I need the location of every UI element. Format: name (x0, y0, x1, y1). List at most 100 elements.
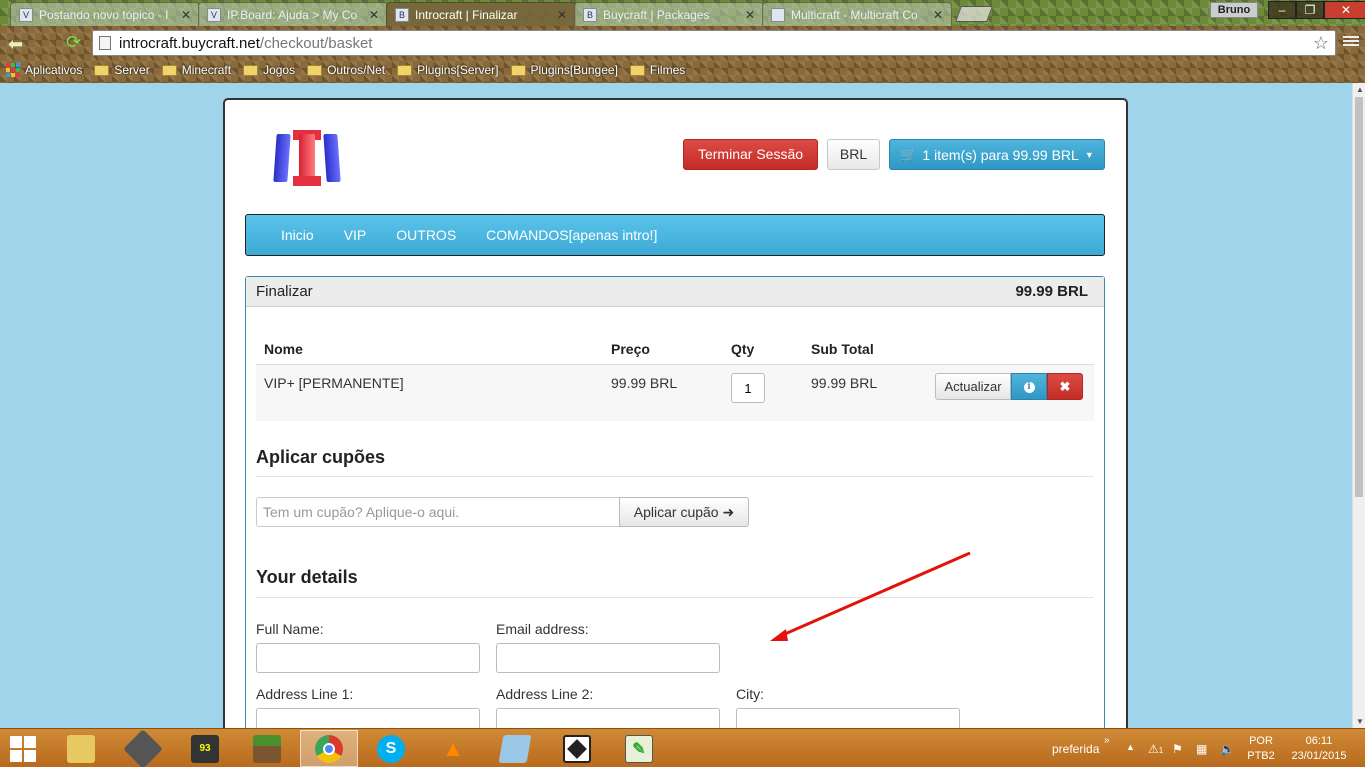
flag-icon[interactable]: ⚑ (1172, 742, 1183, 756)
col-name: Nome (264, 340, 303, 357)
nav-comandos[interactable]: COMANDOS[apenas intro!] (486, 227, 657, 243)
network-icon[interactable]: ▦ (1196, 742, 1207, 756)
close-icon[interactable]: ✕ (181, 8, 191, 22)
tab-title: Buycraft | Packages (603, 7, 710, 22)
nav-inicio[interactable]: Inicio (281, 227, 314, 243)
bookmarks-bar: Aplicativos Server Minecraft Jogos Outro… (6, 60, 685, 80)
tray-overflow-icon[interactable]: ▲ (1126, 742, 1135, 752)
vlc-cone-icon: ▲ (442, 735, 464, 761)
address2-field[interactable] (496, 708, 720, 728)
chevron-right-icon[interactable]: » (1104, 735, 1110, 746)
full-name-field[interactable] (256, 643, 480, 673)
close-window-button[interactable]: ✕ (1324, 1, 1365, 19)
folder-icon (161, 64, 177, 76)
new-tab-button[interactable] (955, 6, 993, 22)
folder-icon (67, 734, 95, 763)
notification-icon[interactable]: ⚠1 (1148, 742, 1163, 756)
bookmark-folder-server[interactable]: Server (94, 63, 150, 77)
browser-menu-icon[interactable] (1343, 34, 1359, 50)
update-button[interactable]: Actualizar (935, 373, 1011, 400)
page-scrollbar[interactable]: ▲ ▼ (1352, 83, 1365, 728)
clock-time: 06:11 (1305, 735, 1333, 747)
page-viewport: Terminar Sessão BRL 🛒 1 item(s) para 99.… (0, 83, 1352, 728)
bookmark-folder-jogos[interactable]: Jogos (243, 63, 295, 77)
scroll-up-icon[interactable]: ▲ (1356, 85, 1364, 94)
folder-icon (307, 64, 323, 76)
arrow-right-icon: ➜ (722, 504, 735, 520)
table-header: Nome Preço Qty Sub Total (256, 333, 1094, 365)
volume-icon[interactable]: 🔈 (1220, 742, 1235, 756)
close-icon[interactable]: ✕ (369, 8, 379, 22)
panel-heading: Finalizar 99.99 BRL (246, 277, 1104, 307)
maximize-button[interactable]: ❐ (1296, 1, 1324, 19)
language-indicator[interactable]: POR PTB2 (1244, 734, 1278, 764)
vlc-app[interactable]: ▲ (424, 730, 482, 767)
back-arrow-icon[interactable]: ⬅ (8, 34, 23, 55)
editor-app[interactable]: ✎ (610, 730, 668, 767)
folder-icon (243, 64, 259, 76)
address-bar[interactable]: introcraft.buycraft.net/checkout/basket … (92, 30, 1336, 56)
address1-field[interactable] (256, 708, 480, 728)
tab-title: Multicraft - Multicraft Co (791, 7, 918, 22)
chrome-app[interactable] (300, 730, 358, 767)
minecraft-app[interactable] (238, 730, 296, 767)
tab-buycraft[interactable]: B Buycraft | Packages ✕ (574, 2, 764, 26)
taskbar-clock[interactable]: 06:11 23/01/2015 (1284, 734, 1354, 764)
buycraft-icon: B (395, 7, 409, 22)
file-explorer-app[interactable] (52, 730, 110, 767)
close-icon[interactable]: ✕ (745, 8, 755, 22)
layout-code: PTB2 (1247, 750, 1275, 762)
currency-button[interactable]: BRL (827, 139, 880, 170)
scroll-thumb[interactable] (1355, 97, 1363, 497)
notes-app[interactable] (486, 730, 544, 767)
bookmark-star-icon[interactable]: ☆ (1313, 33, 1329, 54)
window-controls: – ❐ ✕ (1268, 1, 1365, 19)
info-button[interactable]: i (1011, 373, 1047, 400)
basket-total: 99.99 BRL (1015, 283, 1088, 300)
bookmark-folder-minecraft[interactable]: Minecraft (161, 63, 231, 77)
nav-outros[interactable]: OUTROS (396, 227, 456, 243)
col-subtotal: Sub Total (811, 340, 874, 357)
main-nav: Inicio VIP OUTROS COMANDOS[apenas intro!… (245, 214, 1105, 256)
apply-coupon-button[interactable]: Aplicar cupão ➜ (619, 497, 749, 527)
minecraft-grass-icon (253, 734, 281, 763)
bookmark-folder-outros[interactable]: Outros/Net (307, 63, 385, 77)
tray-label[interactable]: preferida (1052, 742, 1099, 756)
skype-app[interactable]: S (362, 730, 420, 767)
store-logo[interactable] (273, 130, 341, 186)
reload-icon[interactable]: ⟳ (66, 32, 81, 53)
bookmark-folder-filmes[interactable]: Filmes (629, 63, 685, 77)
bookmark-apps[interactable]: Aplicativos (6, 63, 82, 77)
apply-coupon-label: Aplicar cupão (633, 504, 719, 520)
browser-user-badge[interactable]: Bruno (1210, 2, 1258, 18)
nav-vip[interactable]: VIP (344, 227, 367, 243)
terminal-app[interactable] (114, 728, 172, 767)
tab-ipboard[interactable]: V IP.Board: Ajuda > My Co ✕ (198, 2, 388, 26)
tab-postando[interactable]: V Postando novo tópico - I ✕ (10, 2, 200, 26)
logo-bar-left (273, 134, 291, 182)
full-name-label: Full Name: (256, 621, 324, 637)
logout-button[interactable]: Terminar Sessão (683, 139, 818, 170)
tiles-icon (563, 734, 591, 763)
quantity-input[interactable] (731, 373, 765, 403)
scroll-down-icon[interactable]: ▼ (1356, 717, 1364, 726)
remove-button[interactable]: ✖ (1047, 373, 1083, 400)
close-icon[interactable]: ✕ (933, 8, 943, 22)
monitor-app[interactable]: 93 (176, 730, 234, 767)
cart-dropdown-button[interactable]: 🛒 1 item(s) para 99.99 BRL ▼ (889, 139, 1105, 170)
coupon-input[interactable] (256, 497, 620, 527)
minimize-button[interactable]: – (1268, 1, 1296, 19)
clock-date: 23/01/2015 (1291, 750, 1347, 762)
city-field[interactable] (736, 708, 960, 728)
windows-tiles-app[interactable] (548, 730, 606, 767)
email-field[interactable] (496, 643, 720, 673)
tab-introcraft[interactable]: B Introcraft | Finalizar ✕ (386, 2, 576, 26)
caret-down-icon: ▼ (1084, 149, 1094, 160)
monitor-icon: 93 (191, 734, 219, 763)
close-icon[interactable]: ✕ (557, 8, 567, 22)
bookmark-folder-plugins-bungee[interactable]: Plugins[Bungee] (510, 63, 618, 77)
windows-start-icon[interactable] (10, 736, 36, 762)
bookmark-folder-plugins-server[interactable]: Plugins[Server] (397, 63, 499, 77)
bookmark-label: Server (114, 63, 150, 77)
tab-multicraft[interactable]: Multicraft - Multicraft Co ✕ (762, 2, 952, 26)
